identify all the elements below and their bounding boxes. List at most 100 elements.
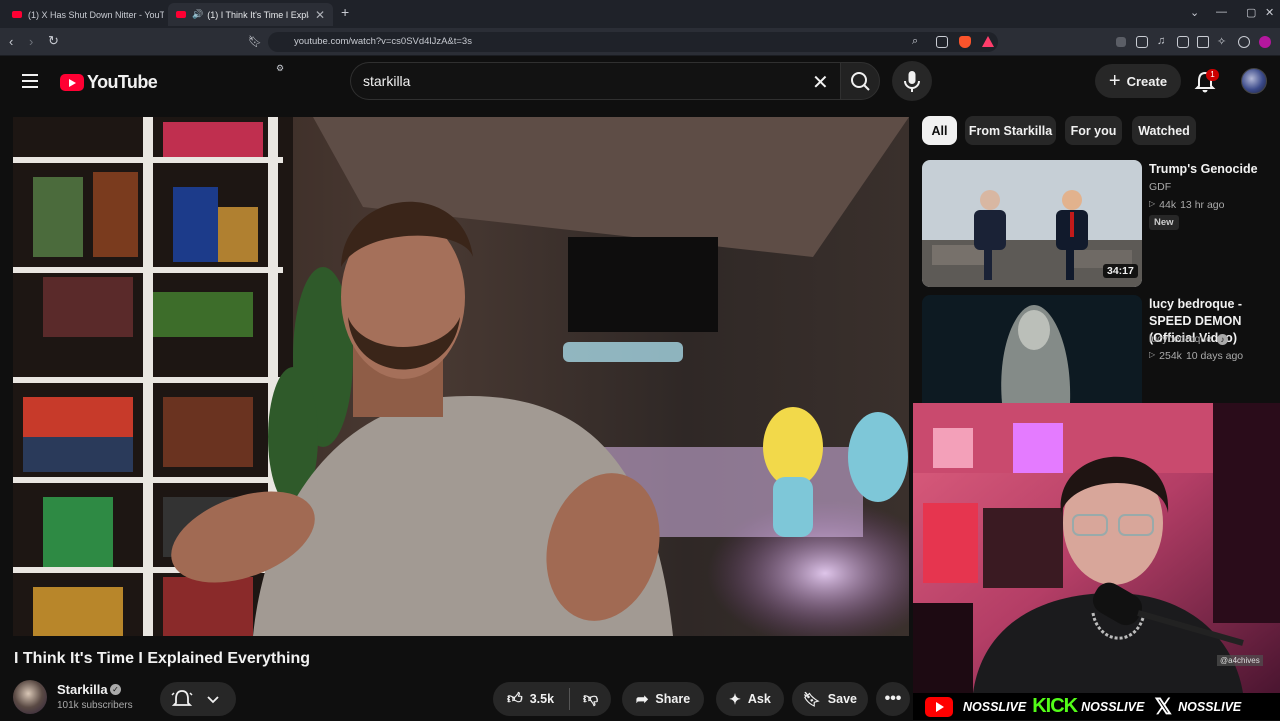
sidebar-icon[interactable] (1177, 36, 1189, 48)
ask-button[interactable]: ✦ Ask (716, 682, 784, 716)
clear-search-icon[interactable]: ✕ (812, 70, 829, 95)
youtube-logo[interactable]: YouTube (60, 72, 158, 93)
search-icon (851, 72, 870, 91)
view-count: 254k (1159, 350, 1182, 362)
recommended-channel-name[interactable]: lucybedroque (1149, 333, 1212, 345)
forward-arrow-icon[interactable]: › (29, 34, 33, 49)
share-arrow-icon: ➦ (635, 691, 649, 708)
x-handle: NOSSLIVE (1178, 699, 1242, 714)
reload-icon[interactable]: ↻ (48, 33, 59, 49)
site-info-icon[interactable]: ⚙ (276, 63, 284, 74)
play-views-icon: ▷ (1149, 350, 1156, 359)
leo-ai-icon[interactable]: ✧ (1217, 35, 1226, 48)
share-button[interactable]: ➦ Share (622, 682, 704, 716)
tab-list-chevron-icon[interactable]: ⌄ (1190, 6, 1199, 19)
video-frame (13, 117, 909, 636)
microphone-icon (904, 71, 920, 92)
logo-text: YouTube (87, 72, 158, 92)
thumbs-up-icon: 👍︎ (507, 690, 523, 707)
verified-artist-icon: ♪ (1217, 333, 1229, 345)
hamburger-menu-icon[interactable] (22, 74, 38, 92)
x-logo-icon: 𝕏 (1154, 693, 1173, 719)
streamer-webcam-overlay (913, 403, 1280, 693)
wallet-icon[interactable] (1197, 36, 1209, 48)
new-tab-button[interactable]: + (341, 4, 349, 20)
tab-title: (1) X Has Shut Down Nitter - YouTub (28, 9, 164, 20)
tab-title: (1) I Think It's Time I Explaine (207, 9, 309, 20)
create-label: Create (1126, 73, 1168, 89)
brave-shield-icon[interactable] (959, 36, 971, 48)
extension-icon[interactable] (1116, 37, 1126, 47)
cast-icon[interactable] (936, 36, 948, 48)
recommended-video-stats: ▷ 44k 13 hr ago (1149, 199, 1224, 211)
subscription-notification-button[interactable] (160, 682, 236, 716)
new-badge: New (1149, 215, 1179, 230)
chip-from-starkilla[interactable]: From Starkilla (965, 116, 1056, 145)
recommended-video-thumbnail[interactable] (922, 295, 1142, 403)
webcam-watermark-tag: @a4chives (1217, 655, 1263, 666)
browser-tab-active[interactable]: 🔊 (1) I Think It's Time I Explaine ✕ (168, 3, 333, 26)
url-bar[interactable]: youtube.com/watch?v=cs0SVd4lJzA&t=3s (268, 32, 998, 52)
like-button[interactable]: 👍︎ 3.5k (507, 690, 554, 708)
bookmark-save-icon: 🔖︎ (803, 690, 821, 707)
youtube-favicon-icon (176, 11, 186, 18)
back-arrow-icon[interactable]: ‹ (9, 34, 13, 49)
more-actions-icon[interactable]: ••• (876, 682, 910, 716)
video-duration: 34:17 (1103, 264, 1138, 278)
youtube-handle: NOSSLIVE (963, 699, 1027, 714)
close-tab-icon[interactable]: ✕ (309, 8, 325, 22)
bookmark-icon[interactable]: 🔖︎ (248, 35, 262, 48)
upload-age: 10 days ago (1185, 350, 1244, 362)
browser-tab-bar: (1) X Has Shut Down Nitter - YouTub 🔊 (1… (0, 0, 1280, 28)
close-window-icon[interactable]: ✕ (1265, 6, 1274, 19)
video-title: I Think It's Time I Explained Everything (14, 650, 311, 667)
audio-playing-icon: 🔊 (192, 9, 204, 19)
minimize-icon[interactable]: — (1216, 6, 1227, 18)
notification-count-badge: 1 (1206, 69, 1219, 81)
voice-search-button[interactable] (892, 61, 932, 101)
verified-check-icon: ✓ (110, 684, 121, 695)
channel-avatar[interactable] (13, 680, 47, 714)
upload-age: 13 hr ago (1180, 199, 1225, 211)
search-button[interactable] (840, 62, 880, 100)
recommended-video-stats: ▷ 254k 10 days ago (1149, 350, 1243, 362)
chip-for-you[interactable]: For you (1065, 116, 1122, 145)
divider (569, 688, 571, 710)
create-button[interactable]: + Create (1095, 64, 1181, 98)
search-input[interactable]: starkilla (350, 62, 840, 100)
webcam-feed (913, 403, 1280, 693)
maximize-icon[interactable]: ▢ (1246, 6, 1256, 19)
play-views-icon: ▷ (1149, 199, 1156, 208)
plus-icon: + (1108, 69, 1121, 92)
browser-toolbar: ‹ › ↻ 🔖︎ youtube.com/watch?v=cs0SVd4lJzA… (0, 28, 1280, 73)
youtube-play-icon (60, 74, 84, 91)
recommended-channel-name[interactable]: GDF (1149, 181, 1171, 193)
sparkle-icon: ✦ (729, 690, 741, 707)
browser-tab[interactable]: (1) X Has Shut Down Nitter - YouTub (4, 3, 164, 26)
video-player[interactable] (13, 117, 909, 636)
ask-label: Ask (747, 692, 771, 706)
recommended-channel-row: lucybedroque ♪ (1149, 333, 1229, 345)
kick-logo-icon: KICK (1032, 695, 1078, 717)
zoom-icon[interactable]: ⌕ (912, 35, 918, 48)
like-count: 3.5k (529, 692, 555, 706)
subscriber-count: 101k subscribers (57, 700, 133, 711)
like-dislike-group: 👍︎ 3.5k 👎︎ (493, 682, 611, 716)
save-label: Save (827, 692, 857, 706)
recommended-video-title[interactable]: Trump's Genocide (1149, 161, 1274, 178)
account-avatar[interactable] (1241, 68, 1267, 94)
channel-name[interactable]: Starkilla (57, 682, 108, 697)
chip-all[interactable]: All (922, 116, 957, 145)
save-button[interactable]: 🔖︎ Save (792, 682, 868, 716)
brave-rewards-icon[interactable] (982, 36, 994, 47)
chip-watched[interactable]: Watched (1132, 116, 1196, 145)
music-icon[interactable]: ♫ (1157, 35, 1165, 47)
view-count: 44k (1159, 199, 1177, 211)
puzzle-extensions-icon[interactable] (1136, 36, 1148, 48)
youtube-logo-icon (925, 696, 953, 717)
dislike-button[interactable]: 👎︎ (583, 690, 598, 708)
thumbnail-image (922, 295, 1142, 403)
vpn-icon[interactable] (1238, 36, 1250, 48)
profile-icon[interactable] (1259, 36, 1271, 48)
subscription-bell-icon (171, 690, 219, 706)
